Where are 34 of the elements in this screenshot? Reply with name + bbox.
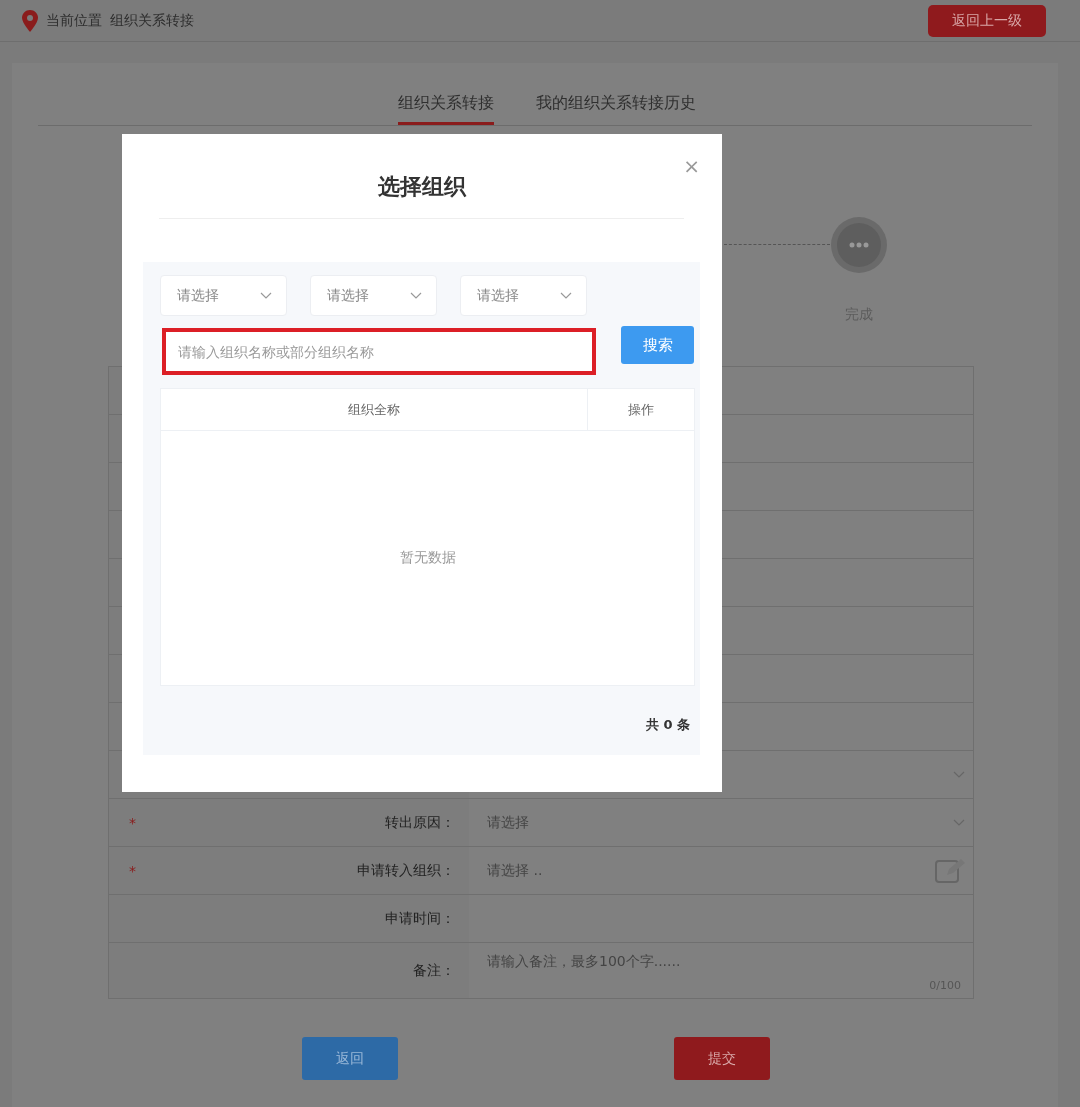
chevron-down-icon [953, 770, 965, 779]
select-value[interactable]: 请选择 [487, 813, 529, 832]
required-mark: * [129, 814, 136, 831]
close-button[interactable]: × [683, 156, 700, 176]
field-label: 申请转入组织： [357, 861, 455, 880]
picker-value[interactable]: 请选择 .. [487, 861, 543, 880]
field-label: 转出原因： [385, 813, 455, 832]
select-dropdown[interactable]: 请选择 [310, 275, 437, 316]
tab[interactable]: 组织关系转接 [398, 93, 494, 125]
back-button[interactable]: 返回上一级 [928, 4, 1046, 37]
breadcrumb-label: 当前位置 [46, 11, 102, 30]
chevron-down-icon [560, 291, 572, 300]
field-label: 备注： [413, 961, 455, 980]
chevron-down-icon [953, 818, 965, 827]
location-pin-icon [22, 9, 38, 32]
required-mark: * [129, 862, 136, 879]
remark-field[interactable]: 请输入备注，最多100个字...... [487, 953, 681, 969]
select-dropdown[interactable]: 请选择 [160, 275, 287, 316]
search-field[interactable]: 请输入组织名称或部分组织名称 [162, 328, 596, 375]
breadcrumb-link[interactable]: 组织关系转接 [110, 11, 194, 30]
submit-button[interactable]: 提交 [674, 1037, 770, 1080]
edit-icon[interactable] [935, 857, 965, 884]
column-header: 操作 [587, 389, 694, 430]
dialog-title: 选择组织 [159, 172, 684, 219]
search-button[interactable]: 搜索 [621, 326, 694, 364]
total-count: 共 0 条 [645, 716, 690, 734]
tab[interactable]: 我的组织关系转接历史 [536, 93, 696, 125]
chevron-down-icon [260, 291, 272, 300]
column-header: 组织全称 [347, 400, 401, 419]
chevron-down-icon [410, 291, 422, 300]
empty-message: 暂无数据 [399, 549, 456, 567]
return-button[interactable]: 返回 [302, 1037, 398, 1080]
select-dropdown[interactable]: 请选择 [460, 275, 587, 316]
field-label: 申请时间： [385, 909, 455, 928]
